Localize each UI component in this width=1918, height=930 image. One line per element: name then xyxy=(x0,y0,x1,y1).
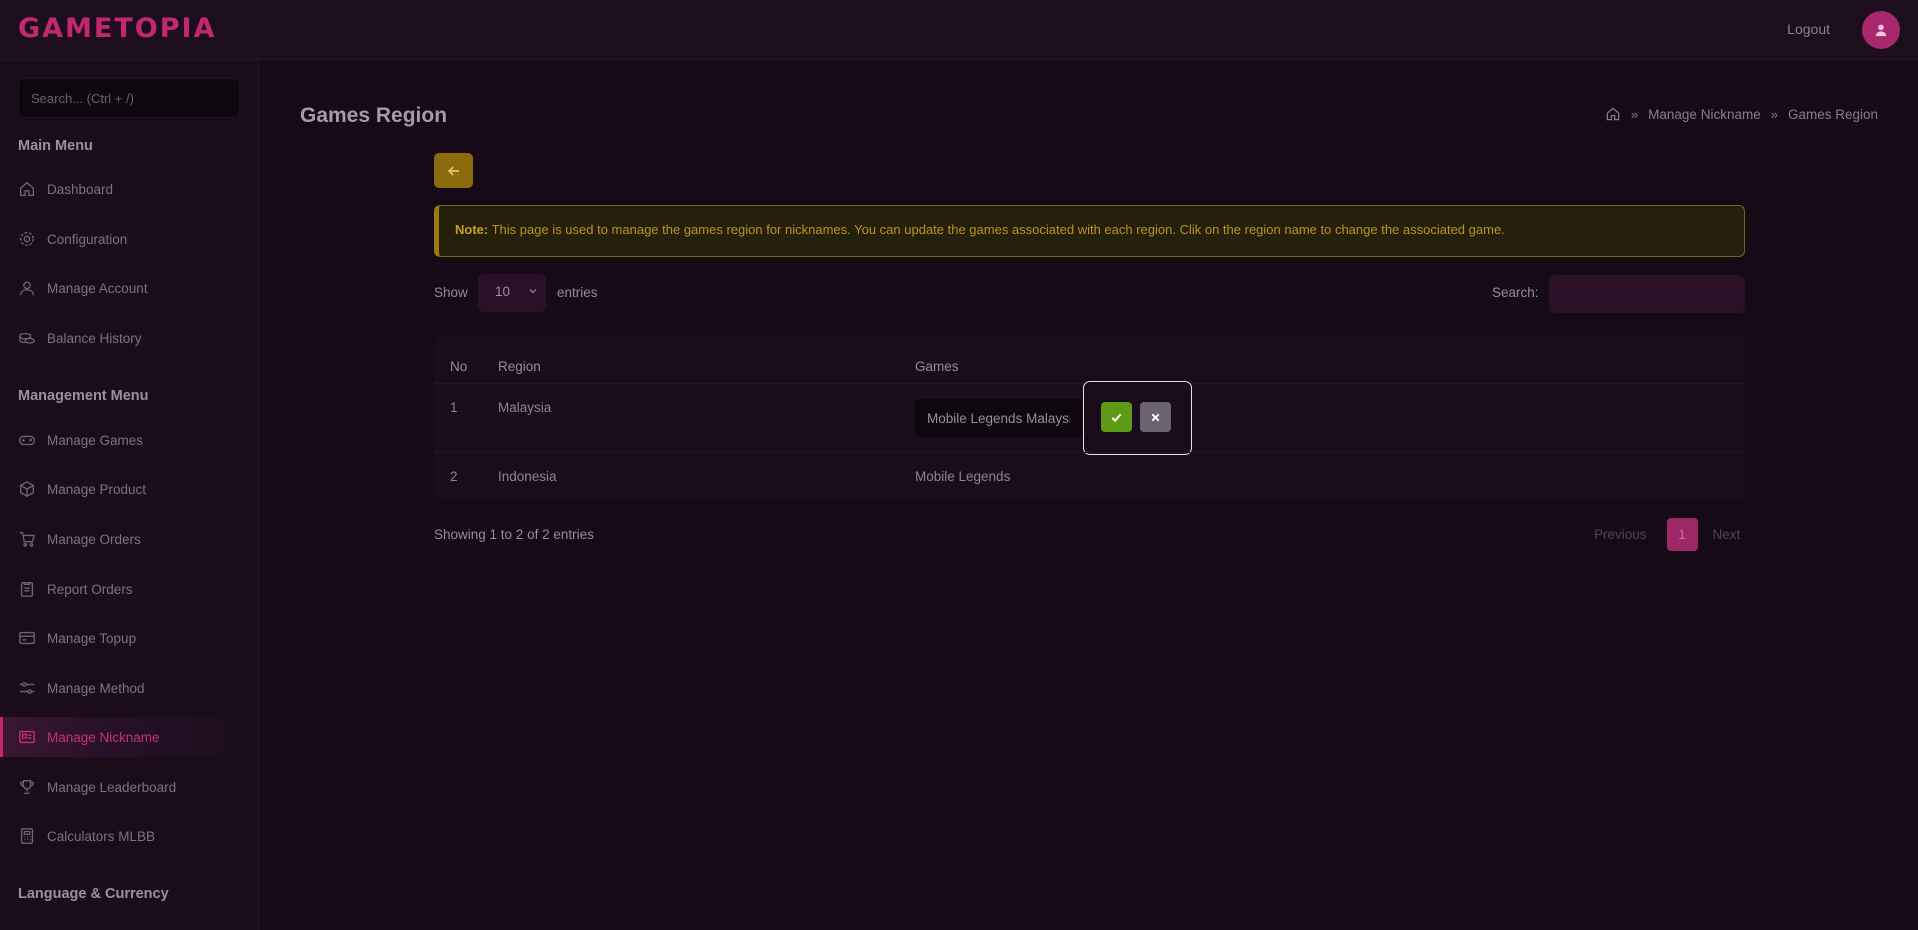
sidebar-item-manage-account[interactable]: Manage Account xyxy=(0,268,258,308)
sidebar-item-dashboard[interactable]: Dashboard xyxy=(0,169,258,209)
sidebar-item-manage-topup[interactable]: Manage Topup xyxy=(0,618,258,658)
page-length-value: 10 xyxy=(495,284,511,299)
user-avatar[interactable] xyxy=(1862,11,1900,49)
breadcrumb: » Manage Nickname » Games Region xyxy=(1605,106,1878,122)
row-2-no: 2 xyxy=(450,469,458,484)
note-alert: Note: This page is used to manage the ga… xyxy=(434,205,1745,257)
coins-icon xyxy=(19,332,35,344)
column-header-region[interactable]: Region xyxy=(498,359,541,374)
box-icon xyxy=(20,481,34,497)
sidebar-item-manage-method[interactable]: Manage Method xyxy=(0,668,258,708)
sidebar-item-label: Calculators MLBB xyxy=(47,828,156,844)
breadcrumb-manage-nickname[interactable]: Manage Nickname xyxy=(1648,107,1761,122)
breadcrumb-games-region: Games Region xyxy=(1787,106,1878,122)
previous-page-button[interactable]: Previous xyxy=(1594,527,1647,542)
trophy-icon xyxy=(20,780,34,794)
entries-label: entries xyxy=(557,285,598,300)
table-search-input[interactable] xyxy=(1549,275,1745,313)
sidebar-item-label: Manage Nickname xyxy=(47,729,160,745)
sidebar-search-input[interactable] xyxy=(18,78,240,118)
games-edit-input[interactable] xyxy=(915,399,1082,437)
row-1-no: 1 xyxy=(450,400,458,415)
next-page-button[interactable]: Next xyxy=(1713,527,1741,542)
sidebar-item-label: Manage Topup xyxy=(47,630,137,646)
pagination: Previous 1 Next xyxy=(1594,518,1740,551)
chevrons-right-icon: » xyxy=(1770,106,1778,122)
sidebar-item-manage-games[interactable]: Manage Games xyxy=(0,420,258,460)
sidebar-item-report-orders[interactable]: Report Orders xyxy=(0,569,258,609)
language-currency-heading: Language & Currency xyxy=(18,886,169,902)
calculator-icon xyxy=(20,828,34,844)
chevron-down-icon xyxy=(529,289,537,294)
check-icon xyxy=(1111,413,1122,422)
arrow-left-icon xyxy=(447,165,459,176)
table-info: Showing 1 to 2 of 2 entries xyxy=(434,527,594,542)
show-label: Show xyxy=(434,285,468,300)
back-button[interactable] xyxy=(434,153,473,188)
home-icon xyxy=(20,181,34,196)
sidebar-item-label: Dashboard xyxy=(47,181,114,197)
sidebar-item-label: Manage Leaderboard xyxy=(47,779,177,795)
card-icon xyxy=(19,631,35,645)
gear-icon xyxy=(20,232,34,246)
chevrons-right-icon: » xyxy=(1630,106,1639,122)
column-header-no[interactable]: No xyxy=(450,359,467,374)
top-header: GAMETOPIA Logout xyxy=(0,0,1918,60)
page-title: Games Region xyxy=(300,104,448,127)
cart-icon xyxy=(19,532,36,547)
sliders-icon xyxy=(19,682,35,694)
row-2-region[interactable]: Indonesia xyxy=(498,469,557,484)
sidebar: Main Menu Dashboard Configuration Manage… xyxy=(0,60,259,930)
sidebar-item-manage-nickname[interactable]: Manage Nickname xyxy=(0,717,258,757)
sidebar-item-manage-leaderboard[interactable]: Manage Leaderboard xyxy=(0,767,258,807)
games-region-table: No Region Games 1 Malaysia 2 Indonesia M… xyxy=(434,337,1745,499)
cancel-edit-button[interactable] xyxy=(1140,402,1171,432)
sidebar-item-label: Manage Games xyxy=(47,432,144,448)
note-label: Note: xyxy=(455,222,489,237)
user-icon xyxy=(1875,24,1887,37)
sidebar-item-calculators-mlbb[interactable]: Calculators MLBB xyxy=(0,816,258,856)
id-card-icon xyxy=(19,730,35,744)
logout-link[interactable]: Logout xyxy=(1787,21,1830,37)
search-label: Search: xyxy=(1492,285,1539,300)
sidebar-item-manage-product[interactable]: Manage Product xyxy=(0,469,258,509)
row-1-region[interactable]: Malaysia xyxy=(498,400,551,415)
sidebar-item-label: Manage Method xyxy=(47,680,145,696)
row-2-games: Mobile Legends xyxy=(915,469,1011,484)
management-menu-heading: Management Menu xyxy=(18,388,149,404)
sidebar-item-label: Report Orders xyxy=(47,581,133,597)
user-icon xyxy=(20,281,34,296)
page-1-button[interactable]: 1 xyxy=(1666,518,1698,551)
sidebar-item-manage-orders[interactable]: Manage Orders xyxy=(0,519,258,559)
brand-logo[interactable]: GAMETOPIA xyxy=(18,13,216,44)
sidebar-item-configuration[interactable]: Configuration xyxy=(0,219,258,259)
sidebar-item-balance-history[interactable]: Balance History xyxy=(0,318,258,358)
sidebar-item-label: Manage Product xyxy=(47,481,147,497)
page-length-select[interactable]: 10 xyxy=(478,274,546,312)
sidebar-item-label: Manage Orders xyxy=(47,531,141,547)
main-menu-heading: Main Menu xyxy=(18,138,93,154)
row-divider xyxy=(434,452,1745,453)
clipboard-icon xyxy=(20,582,34,597)
confirm-edit-button[interactable] xyxy=(1101,402,1132,432)
sidebar-item-label: Configuration xyxy=(47,231,128,247)
column-header-games[interactable]: Games xyxy=(915,359,959,374)
note-text: This page is used to manage the games re… xyxy=(488,222,1505,237)
inline-edit-popover xyxy=(1083,381,1192,455)
gamepad-icon xyxy=(19,435,35,446)
home-icon[interactable] xyxy=(1605,106,1621,122)
sidebar-item-label: Manage Account xyxy=(47,280,148,296)
sidebar-item-label: Balance History xyxy=(47,330,142,346)
close-icon xyxy=(1151,413,1160,421)
